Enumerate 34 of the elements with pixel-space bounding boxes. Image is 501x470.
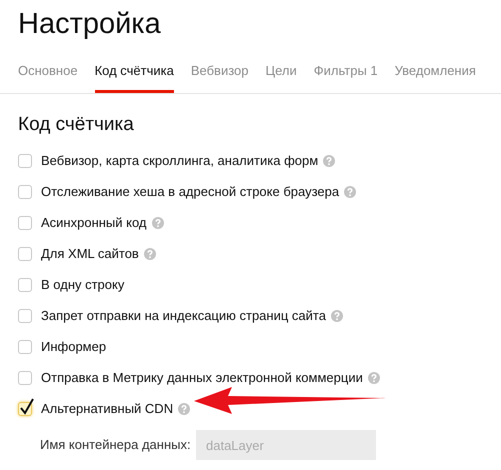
tab[interactable]: Уведомления <box>394 60 476 93</box>
field-label: Имя контейнера данных: <box>40 436 188 454</box>
checkbox[interactable] <box>18 184 32 198</box>
help-icon[interactable] <box>323 154 336 166</box>
checkbox[interactable] <box>18 370 32 384</box>
option-label: Отправка в Метрику данных электронной коммерции <box>41 368 363 387</box>
option-label: Для XML сайтов <box>41 244 139 263</box>
option-label: Альтернативный CDN <box>41 400 174 418</box>
help-icon[interactable] <box>178 402 190 414</box>
checkbox[interactable] <box>18 278 32 292</box>
option-label: Отслеживание хеша в адресной строке браузера <box>41 182 340 201</box>
help-icon[interactable] <box>144 248 156 260</box>
page-title: Настройка <box>18 7 162 42</box>
option-label: Информер <box>41 338 106 356</box>
tab[interactable]: Фильтры 1 <box>314 60 378 93</box>
checkbox[interactable] <box>18 308 32 322</box>
checkbox[interactable] <box>18 216 32 230</box>
option-label: Запрет отправки на индексацию страниц сайта <box>41 306 326 325</box>
option-label: В одну строку <box>41 276 124 294</box>
help-icon[interactable] <box>368 372 380 384</box>
help-icon[interactable] <box>152 216 164 228</box>
tab[interactable]: Вебвизор <box>190 60 248 93</box>
tab[interactable]: Основное <box>18 60 78 93</box>
tab[interactable]: Цели <box>266 60 297 93</box>
checkbox[interactable] <box>18 340 32 354</box>
help-icon[interactable] <box>344 186 356 198</box>
tab[interactable]: Код счётчика <box>94 60 174 93</box>
checkbox[interactable] <box>18 402 32 416</box>
checkbox[interactable] <box>18 154 32 168</box>
section-title: Код счётчика <box>18 113 135 137</box>
option-label: Вебвизор, карта скроллинга, аналитика форм <box>41 152 318 170</box>
option-label: Асинхронный код <box>41 214 147 232</box>
help-icon[interactable] <box>330 310 343 322</box>
checkbox[interactable] <box>18 246 32 260</box>
